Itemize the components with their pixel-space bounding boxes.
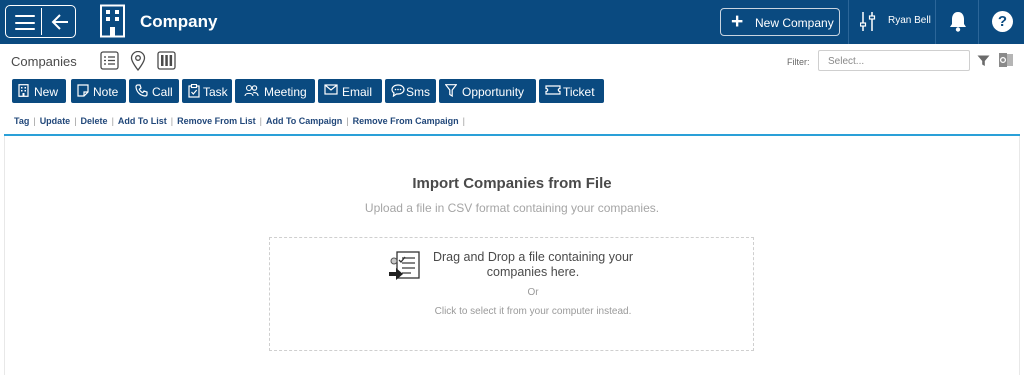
toolbar-label: Sms [406, 85, 430, 99]
kanban-view-icon[interactable] [157, 51, 176, 70]
toolbar-label: Email [342, 85, 373, 99]
remove-from-list-link[interactable]: Remove From List [177, 116, 256, 126]
map-view-icon[interactable] [130, 51, 146, 71]
dropzone-click-text[interactable]: Click to select it from your computer in… [430, 306, 636, 318]
section-label: Companies [11, 54, 77, 69]
toolbar-label: Task [203, 85, 228, 99]
filter-label: Filter: [787, 57, 810, 67]
content-top-rule [4, 134, 1020, 136]
back-arrow-icon[interactable] [50, 12, 70, 32]
link-separator: | [259, 116, 262, 126]
funnel-icon[interactable] [977, 55, 990, 67]
building-icon [18, 84, 29, 97]
bulk-actions-links: Tag | Update | Delete | Add To List | Remove Fro… [14, 116, 469, 126]
import-title: Import Companies from File [412, 175, 612, 192]
sliders-icon[interactable] [860, 11, 876, 32]
toolbar-new-button[interactable]: New [12, 79, 66, 103]
file-upload-icon [389, 251, 420, 280]
link-separator: | [462, 116, 466, 126]
link-separator: | [111, 116, 114, 126]
link-separator: | [346, 116, 349, 126]
toolbar-meeting-button[interactable]: Meeting [235, 79, 315, 103]
help-icon[interactable]: ? [992, 11, 1013, 32]
menu-toggle-button[interactable] [5, 5, 76, 38]
link-separator: | [170, 116, 174, 126]
toolbar-ticket-button[interactable]: Ticket [539, 79, 604, 103]
hamburger-icon[interactable] [15, 15, 35, 30]
plus-icon: + [731, 10, 744, 33]
funnel-icon [445, 84, 457, 97]
delete-link[interactable]: Delete [81, 116, 108, 126]
tag-link[interactable]: Tag [14, 116, 29, 126]
file-dropzone[interactable]: Drag and Drop a file containing your com… [269, 237, 754, 351]
task-icon [188, 84, 200, 98]
toolbar-sms-button[interactable]: Sms [385, 79, 436, 103]
email-icon [324, 84, 338, 95]
page-title: Company [140, 12, 218, 31]
new-company-button[interactable]: + New Company [720, 8, 840, 36]
meeting-icon [244, 84, 259, 97]
import-subtitle: Upload a file in CSV format containing y… [364, 201, 660, 215]
list-view-icon[interactable] [100, 51, 119, 70]
add-to-campaign-link[interactable]: Add To Campaign [266, 116, 342, 126]
toolbar-label: Meeting [264, 85, 307, 99]
header-divider [848, 0, 849, 44]
new-company-label: New Company [755, 16, 834, 30]
add-to-list-link[interactable]: Add To List [118, 116, 167, 126]
note-icon [77, 84, 89, 97]
panel-border [4, 136, 5, 375]
toolbar-label: Call [152, 85, 173, 99]
toolbar-call-button[interactable]: Call [129, 79, 179, 103]
toolbar-email-button[interactable]: Email [318, 79, 382, 103]
filter-select[interactable]: Select... [818, 50, 970, 71]
dropzone-or: Or [527, 287, 539, 298]
toolbar-note-button[interactable]: Note [71, 79, 126, 103]
dropzone-text: Drag and Drop a file containing your com… [432, 250, 634, 279]
phone-icon [135, 84, 148, 97]
user-name[interactable]: Ryan Bell [888, 15, 931, 26]
ticket-icon [545, 85, 561, 95]
menu-button-divider [41, 8, 42, 35]
toolbar-label: New [34, 85, 59, 99]
link-separator: | [33, 116, 36, 126]
sms-icon [391, 84, 405, 97]
toolbar-label: Opportunity [462, 85, 525, 99]
toolbar-label: Ticket [563, 85, 595, 99]
bell-icon[interactable] [949, 11, 967, 32]
link-separator: | [74, 116, 77, 126]
building-icon [100, 4, 125, 38]
header-divider [935, 0, 936, 44]
remove-from-campaign-link[interactable]: Remove From Campaign [353, 116, 459, 126]
outlook-icon[interactable] [998, 52, 1014, 68]
top-header: Company + New Company Ryan Bell ? [0, 0, 1024, 44]
header-divider [978, 0, 979, 44]
update-link[interactable]: Update [40, 116, 71, 126]
toolbar-label: Note [93, 85, 119, 99]
toolbar-opportunity-button[interactable]: Opportunity [439, 79, 536, 103]
toolbar-task-button[interactable]: Task [182, 79, 232, 103]
panel-border [1019, 136, 1020, 375]
